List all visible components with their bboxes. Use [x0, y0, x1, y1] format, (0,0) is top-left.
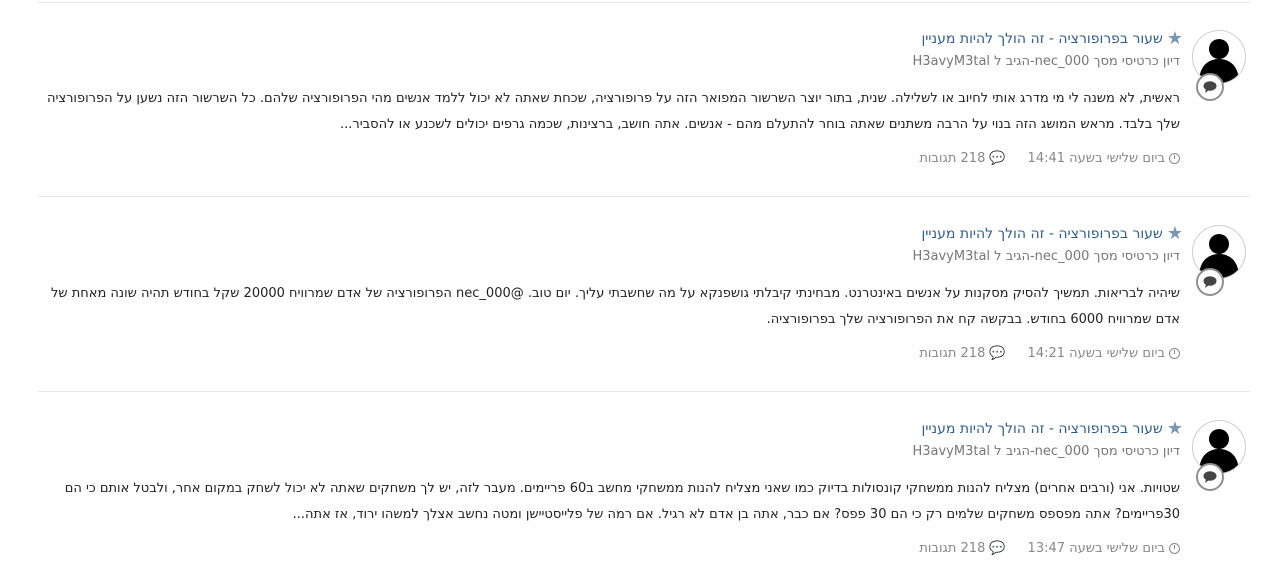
activity-footer: ביום שלישי בשעה 14:41 💬 218 תגובות [919, 151, 1180, 166]
reply-count-text: 218 תגובות [919, 151, 986, 166]
star-icon: ★ [1166, 418, 1183, 439]
timestamp[interactable]: ביום שלישי בשעה 14:21 [1028, 346, 1180, 361]
clock-icon [1169, 153, 1180, 164]
timestamp[interactable]: ביום שלישי בשעה 14:41 [1028, 151, 1180, 166]
activity-meta: H3avyM3tal הגיב ל-nec_000 דיון כרטיסי מס… [912, 249, 1180, 264]
topic-title[interactable]: שעור בפרופורציה - זה הולך להיות מעניין [921, 421, 1162, 437]
activity-item: ★ שעור בפרופורציה - זה הולך להיות מעניין… [38, 393, 1250, 588]
divider [38, 196, 1250, 197]
post-excerpt: שיהיה לבריאות. תמשיך להסיק מסקנות על אנש… [51, 286, 1180, 327]
reply-count-text: 218 תגובות [919, 541, 986, 556]
reply-count[interactable]: 💬 218 תגובות [919, 346, 1005, 361]
comment-icon: 💬 [989, 346, 1006, 361]
activity-meta: H3avyM3tal הגיב ל-nec_000 דיון כרטיסי מס… [912, 444, 1180, 459]
timestamp-text: ביום שלישי בשעה 13:47 [1027, 541, 1165, 556]
comment-icon: 💬 [989, 151, 1006, 166]
activity-meta: H3avyM3tal הגיב ל-nec_000 דיון כרטיסי מס… [912, 54, 1180, 69]
comment-badge-icon [1196, 268, 1224, 296]
activity-item: ★ שעור בפרופורציה - זה הולך להיות מעניין… [38, 198, 1250, 393]
topic-title[interactable]: שעור בפרופורציה - זה הולך להיות מעניין [921, 31, 1162, 47]
timestamp-text: ביום שלישי בשעה 14:21 [1027, 346, 1165, 361]
activity-footer: ביום שלישי בשעה 13:47 💬 218 תגובות [919, 541, 1180, 556]
comment-badge-icon [1196, 73, 1224, 101]
topic-title-link[interactable]: ★ שעור בפרופורציה - זה הולך להיות מעניין [921, 420, 1183, 438]
clock-icon [1169, 348, 1180, 359]
clock-icon [1169, 543, 1180, 554]
topic-title-link[interactable]: ★ שעור בפרופורציה - זה הולך להיות מעניין [921, 30, 1183, 48]
post-excerpt: שטויות. אני (ורבים אחרים) מצליח להנות ממ… [64, 481, 1180, 522]
star-icon: ★ [1166, 28, 1183, 49]
comment-icon: 💬 [989, 541, 1006, 556]
timestamp-text: ביום שלישי בשעה 14:41 [1027, 151, 1165, 166]
activity-stream: ★ שעור בפרופורציה - זה הולך להיות מעניין… [0, 0, 1270, 583]
reply-count-text: 218 תגובות [919, 346, 986, 361]
star-icon: ★ [1166, 223, 1183, 244]
activity-footer: ביום שלישי בשעה 14:21 💬 218 תגובות [919, 346, 1180, 361]
comment-badge-icon [1196, 463, 1224, 491]
reply-count[interactable]: 💬 218 תגובות [919, 541, 1005, 556]
divider [38, 391, 1250, 392]
post-excerpt: ראשית, לא משנה לי מי מדרג אותי לחיוב או … [46, 91, 1180, 132]
timestamp[interactable]: ביום שלישי בשעה 13:47 [1028, 541, 1180, 556]
activity-item: ★ שעור בפרופורציה - זה הולך להיות מעניין… [38, 3, 1250, 198]
topic-title-link[interactable]: ★ שעור בפרופורציה - זה הולך להיות מעניין [921, 225, 1183, 243]
reply-count[interactable]: 💬 218 תגובות [919, 151, 1005, 166]
topic-title[interactable]: שעור בפרופורציה - זה הולך להיות מעניין [921, 226, 1162, 242]
